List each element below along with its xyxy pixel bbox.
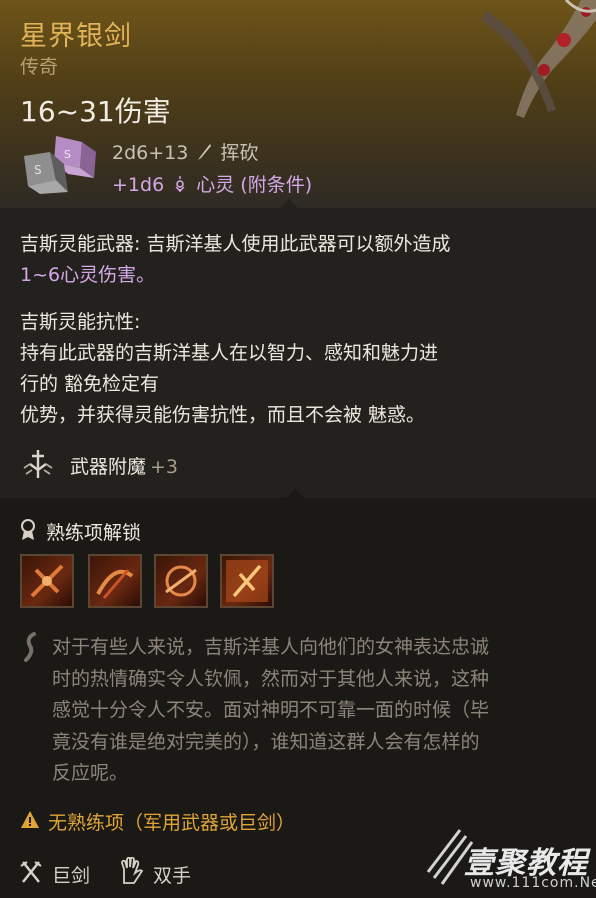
damage-main-dice: 2d6+13 (112, 142, 189, 164)
lore-line: 对于有些人来说，吉斯洋基人向他们的女神表达忠诚 (52, 636, 490, 658)
slashing-icon (198, 144, 212, 160)
passive-psionic-weapon: 吉斯灵能武器: 吉斯洋基人使用此武器可以额外造成 1~6心灵伤害。 (20, 229, 450, 291)
warning-icon (21, 811, 39, 828)
damage-bonus-type: 心灵 (附条件) (196, 174, 313, 196)
damage-bonus-line: +1d6 心灵 (附条件) (112, 170, 312, 197)
greatsword-icon (20, 861, 42, 883)
proficiency-title: 熟练项解锁 (46, 522, 142, 544)
enchantment-value: +3 (150, 456, 179, 478)
weapon-action-icon (165, 565, 197, 597)
enchantment-label: 武器附魔 (70, 456, 147, 478)
passive-text-line: 持有此武器的吉斯洋基人在以智力、感知和魅力进 (20, 342, 439, 364)
skill-icon-1[interactable] (20, 554, 74, 608)
weapon-action-icon (96, 569, 134, 599)
passive-psionic-resistance: 吉斯灵能抗性: 持有此武器的吉斯洋基人在以智力、感知和魅力进 行的 豁免检定有优势，… (20, 307, 438, 431)
section-notch (280, 199, 298, 208)
weapon-enchantment-icon (23, 450, 53, 478)
passive-highlight: 1~6心灵伤害。 (20, 264, 156, 286)
damage-bonus-dice: +1d6 (112, 174, 165, 196)
skill-icon-2[interactable] (88, 554, 142, 608)
damage-range: 16~31伤害 (20, 95, 171, 128)
lore-line: 感觉十分令人不安。面对神明不可靠一面的时候（毕 (52, 699, 490, 721)
item-rarity: 传奇 (20, 56, 59, 78)
passive-name: 吉斯灵能抗性: (20, 311, 141, 333)
weapon-action-icon (226, 560, 268, 602)
lore-line: 反应呢。 (52, 762, 129, 784)
proficiency-warning: 无熟练项（军用武器或巨剑） (48, 812, 296, 834)
damage-main-line: 2d6+13 挥砍 (112, 138, 258, 165)
dice-icon: S S (24, 136, 96, 194)
lore-quote-icon (24, 632, 36, 662)
passive-name: 吉斯灵能武器: (20, 233, 141, 255)
lore-text: 对于有些人来说，吉斯洋基人向他们的女神表达忠诚 时的热情确实令人钦佩，然而对于其他… (52, 632, 572, 790)
section-notch (286, 489, 304, 498)
skill-icon-4[interactable] (220, 554, 274, 608)
svg-text:S: S (34, 163, 42, 177)
enchantment-line: 武器附魔 +3 (70, 452, 178, 479)
lore-line: 竟没有谁是绝对完美的），谁知道这群人会有怎样的 (52, 730, 480, 753)
passive-text: 吉斯洋基人使用此武器可以额外造成 (140, 233, 451, 255)
two-handed-icon (121, 857, 144, 884)
psychic-icon (175, 176, 185, 192)
handedness-tag: 双手 (153, 865, 192, 887)
weapon-action-icon (30, 564, 64, 598)
skill-icon-3[interactable] (154, 554, 208, 608)
damage-main-type: 挥砍 (220, 142, 259, 164)
sword-artwork-icon (481, 0, 596, 118)
item-name: 星界银剑 (20, 21, 132, 52)
svg-text:S: S (64, 148, 71, 161)
watermark-url: www.111com.Net (470, 875, 596, 891)
weapon-type-tag: 巨剑 (52, 865, 91, 887)
passive-text-line: 行的 豁免检定有 (20, 373, 160, 395)
passive-text-line: 优势，并获得灵能伤害抗性，而且不会被 魅惑。 (20, 404, 426, 426)
lore-line: 时的热情确实令人钦佩，然而对于其他人来说，这种 (52, 667, 490, 690)
proficiency-badge-icon (21, 519, 35, 540)
